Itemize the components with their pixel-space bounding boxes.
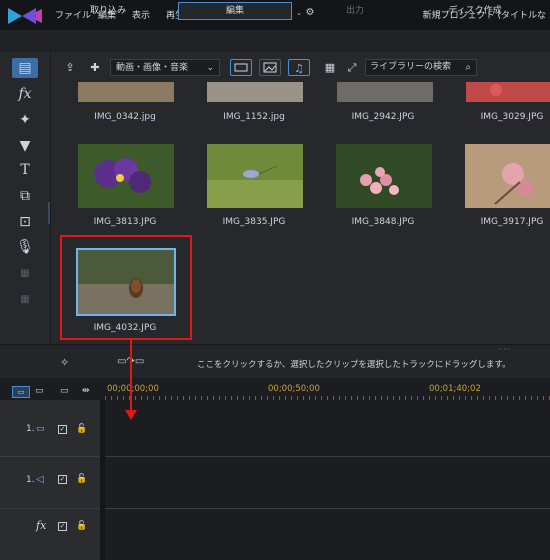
image-filter-button[interactable] — [259, 59, 281, 76]
track-number: 1. — [26, 475, 35, 485]
video-filter-button[interactable] — [230, 59, 252, 76]
film-icon — [234, 63, 248, 72]
highlight-box — [60, 235, 192, 340]
thumbnail[interactable] — [78, 82, 174, 102]
chevron-down-icon: ⌄ — [206, 63, 214, 73]
image-icon — [263, 62, 277, 73]
hint-text: ここをクリックするか、選択したクリップを選択したトラックにドラッグします。 — [197, 360, 511, 370]
music-note-icon: ♫ — [294, 62, 304, 75]
track-divider — [0, 508, 550, 509]
video-track-icon: ▭ — [36, 424, 45, 434]
media-type-filter[interactable]: 動画・画像・音楽 ⌄ — [110, 59, 220, 76]
thumbnail-img-3813[interactable] — [78, 144, 174, 208]
thumbnail-img-3917[interactable] — [465, 144, 550, 208]
chapter-room-icon[interactable]: ▦ — [12, 264, 38, 284]
track-number: 1. — [26, 424, 35, 434]
ruler-timecode: 00;00;50;00 — [268, 384, 320, 394]
lock-icon[interactable]: 🔓 — [76, 474, 87, 484]
tab-output[interactable]: 出力 — [300, 2, 410, 20]
audio-mix-room-icon[interactable]: ▦ — [12, 290, 38, 310]
storyboard-view-icon[interactable]: ▭ — [35, 386, 44, 396]
grid-view-icon[interactable]: ▦ — [322, 61, 338, 75]
track-enable-checkbox[interactable]: ✓ — [58, 425, 67, 434]
fit-timeline-icon[interactable]: ⇹ — [82, 386, 90, 396]
media-label: IMG_3835.JPG — [222, 217, 286, 227]
media-label: IMG_3029.JPG — [480, 112, 544, 122]
voice-record-icon[interactable]: 🎙 — [12, 237, 38, 257]
magic-tool-icon[interactable]: ✧ — [60, 356, 69, 369]
import-media-icon[interactable]: ⇪ — [62, 61, 78, 75]
audio-track-icon: ◁ — [36, 474, 44, 485]
track-separator — [100, 400, 105, 560]
media-room-icon[interactable]: ▤ — [12, 58, 38, 78]
media-label: IMG_2942.JPG — [351, 112, 415, 122]
track-enable-checkbox[interactable]: ✓ — [58, 475, 67, 484]
lock-icon[interactable]: 🔓 — [76, 424, 87, 434]
transition-room-icon[interactable]: ▼ — [12, 136, 38, 156]
library-search-input[interactable]: ライブラリーの検索 ⌕ — [365, 59, 477, 76]
audio-filter-button[interactable]: ♫ — [288, 59, 310, 76]
fx-room-icon[interactable]: fx — [12, 84, 38, 104]
tab-disc[interactable]: ディスク作成 — [420, 2, 530, 20]
thumbnail[interactable] — [466, 82, 550, 102]
drag-arrow — [130, 340, 132, 414]
filter-value: 動画・画像・音楽 — [116, 63, 189, 73]
media-label: IMG_1152.jpg — [223, 112, 285, 122]
media-label: IMG_3848.JPG — [351, 217, 415, 227]
subtitle-room-icon[interactable]: ⊡ — [12, 212, 38, 232]
timeline-ruler[interactable] — [105, 396, 550, 400]
app-logo-icon — [8, 8, 42, 24]
fx-track-icon: fx — [36, 519, 47, 532]
media-label: IMG_3917.JPG — [480, 217, 544, 227]
panel-resize-handle[interactable]: ····· — [498, 345, 511, 354]
svg-text:♫: ♫ — [294, 62, 304, 75]
tab-edit[interactable]: 編集 — [178, 2, 292, 20]
search-placeholder: ライブラリーの検索 — [370, 62, 452, 72]
track-enable-checkbox[interactable]: ✓ — [58, 522, 67, 531]
media-label: IMG_3813.JPG — [93, 217, 157, 227]
thumbnail[interactable] — [207, 82, 303, 102]
library-row-top — [50, 82, 550, 108]
mode-tabs — [0, 30, 550, 52]
lock-icon[interactable]: 🔓 — [76, 521, 87, 531]
pip-room-icon[interactable]: ⧉ — [12, 186, 38, 206]
fullscreen-icon[interactable]: ⤢ — [344, 61, 360, 75]
thumbnail-img-3835[interactable] — [207, 144, 303, 208]
drag-arrow-head — [125, 410, 137, 420]
search-icon: ⌕ — [465, 62, 471, 73]
tab-capture[interactable]: 取り込み — [48, 2, 168, 20]
particle-room-icon[interactable]: ✦ — [12, 110, 38, 130]
thumbnail-img-3848[interactable] — [336, 144, 432, 208]
track-manager-icon[interactable]: ▭ — [60, 386, 69, 396]
media-label: IMG_0342.jpg — [94, 112, 156, 122]
title-room-icon[interactable]: T — [12, 160, 38, 180]
track-divider — [0, 456, 550, 457]
track-view-icon[interactable]: ▭ — [12, 386, 30, 398]
ruler-timecode: 00;01;40;02 — [429, 384, 481, 394]
ruler-timecode: 00;00;00;00 — [107, 384, 159, 394]
thumbnail[interactable] — [337, 82, 433, 102]
plugin-icon[interactable]: ✚ — [87, 61, 103, 75]
